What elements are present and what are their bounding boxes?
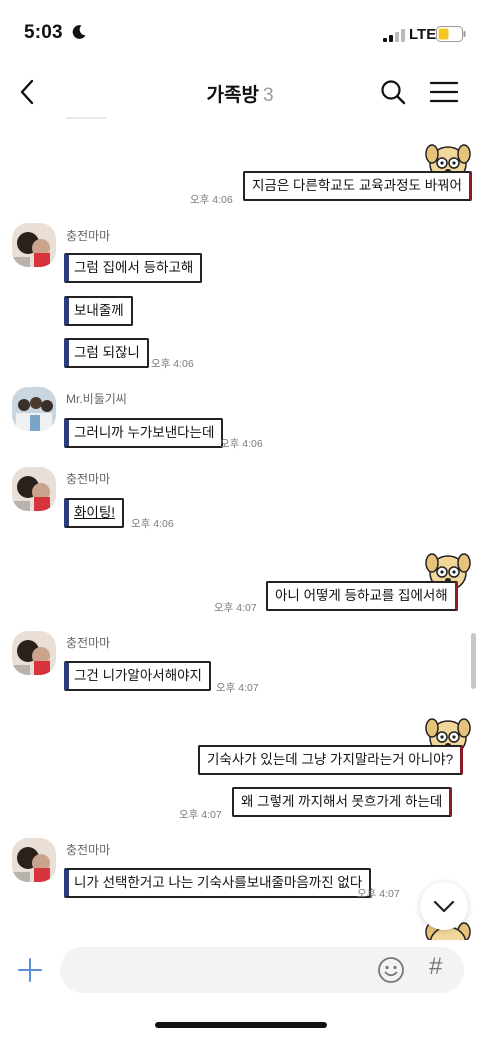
message-bubble[interactable]: 그럼 집에서 등하고해 — [64, 253, 203, 283]
sender-name: 충전마마 — [66, 843, 111, 857]
search-icon[interactable] — [379, 78, 407, 106]
message-time: 오후 4:06 — [190, 194, 233, 206]
message-time: 오후 4:06 — [220, 438, 263, 450]
chat-header: 가족방 3 — [0, 70, 480, 116]
signal-icon — [383, 29, 405, 42]
message-bubble[interactable]: 기숙사가 있는데 그냥 가지말라는거 아니야? — [198, 745, 464, 775]
message-text: 보내줄께 — [74, 303, 124, 319]
message-bubble[interactable]: 아니 어떻게 등하교를 집에서해 — [266, 581, 458, 611]
hash-icon[interactable]: # — [429, 953, 442, 981]
message-time: 오후 4:07 — [216, 682, 259, 694]
chevron-down-icon — [433, 900, 455, 913]
moon-icon — [72, 25, 86, 39]
menu-icon[interactable] — [429, 80, 459, 104]
avatar[interactable] — [12, 838, 56, 882]
message-text: 그럼 되잖니 — [74, 345, 140, 361]
emoji-icon[interactable] — [377, 956, 405, 984]
message-text: 아니 어떻게 등하교를 집에서해 — [275, 588, 448, 604]
network-label: LTE — [409, 26, 437, 43]
message-bubble[interactable]: 그건 니가알아서해야지 — [64, 661, 211, 691]
message-time: 오후 4:07 — [179, 809, 222, 821]
member-count: 3 — [262, 85, 274, 106]
sender-name: Mr.비둘기씨 — [66, 392, 127, 406]
message-time: 오후 4:07 — [357, 888, 400, 900]
message-bubble[interactable]: 그러니까 누가보낸다는데 — [64, 418, 224, 448]
message-text: 왜 그렇게 까지해서 못흐가게 하는데 — [241, 794, 443, 810]
avatar[interactable] — [12, 223, 56, 267]
message-input-bar: # — [0, 940, 480, 1000]
message-time: 오후 4:06 — [151, 358, 194, 370]
message-text: 화이팅! — [74, 505, 116, 521]
message-time: 오후 4:06 — [131, 518, 174, 530]
message-text: 그러니까 누가보낸다는데 — [74, 425, 215, 441]
avatar[interactable] — [12, 631, 56, 675]
sender-name: 충전마마 — [66, 472, 111, 486]
message-text: 그건 니가알아서해야지 — [74, 668, 202, 684]
scrollbar[interactable] — [471, 633, 476, 689]
sender-name: 충전마마 — [66, 636, 111, 650]
chat-room-title: 가족방 3 — [0, 80, 480, 107]
message-text: 기숙사가 있는데 그냥 가지말라는거 아니야? — [207, 752, 454, 768]
previous-message-edge — [66, 117, 106, 120]
scroll-to-bottom-button[interactable] — [420, 882, 468, 930]
message-text: 지금은 다른학교도 교육과정도 바꿔어 — [252, 178, 462, 194]
message-bubble[interactable]: 그럼 되잖니 — [64, 338, 149, 368]
avatar[interactable] — [12, 387, 56, 431]
avatar[interactable] — [12, 467, 56, 511]
message-bubble[interactable]: 니가 선택한거고 나는 기숙사를보내줄마음까진 없다 — [64, 868, 372, 898]
status-bar: 5:03 LTE — [0, 0, 480, 64]
message-bubble[interactable]: 왜 그렇게 까지해서 못흐가게 하는데 — [232, 787, 453, 817]
message-bubble[interactable]: 화이팅! — [64, 498, 125, 528]
message-bubble[interactable]: 지금은 다른학교도 교육과정도 바꿔어 — [243, 171, 472, 201]
message-time: 오후 4:07 — [214, 602, 257, 614]
home-indicator — [155, 1022, 327, 1028]
plus-icon[interactable] — [17, 957, 43, 983]
message-bubble[interactable]: 보내줄께 — [64, 296, 133, 326]
sender-name: 충전마마 — [66, 229, 111, 243]
room-name: 가족방 — [206, 85, 259, 106]
message-text: 그럼 집에서 등하고해 — [74, 260, 194, 276]
battery-icon — [436, 26, 466, 42]
message-text: 니가 선택한거고 나는 기숙사를보내줄마음까진 없다 — [74, 875, 363, 891]
status-time: 5:03 — [24, 22, 63, 43]
